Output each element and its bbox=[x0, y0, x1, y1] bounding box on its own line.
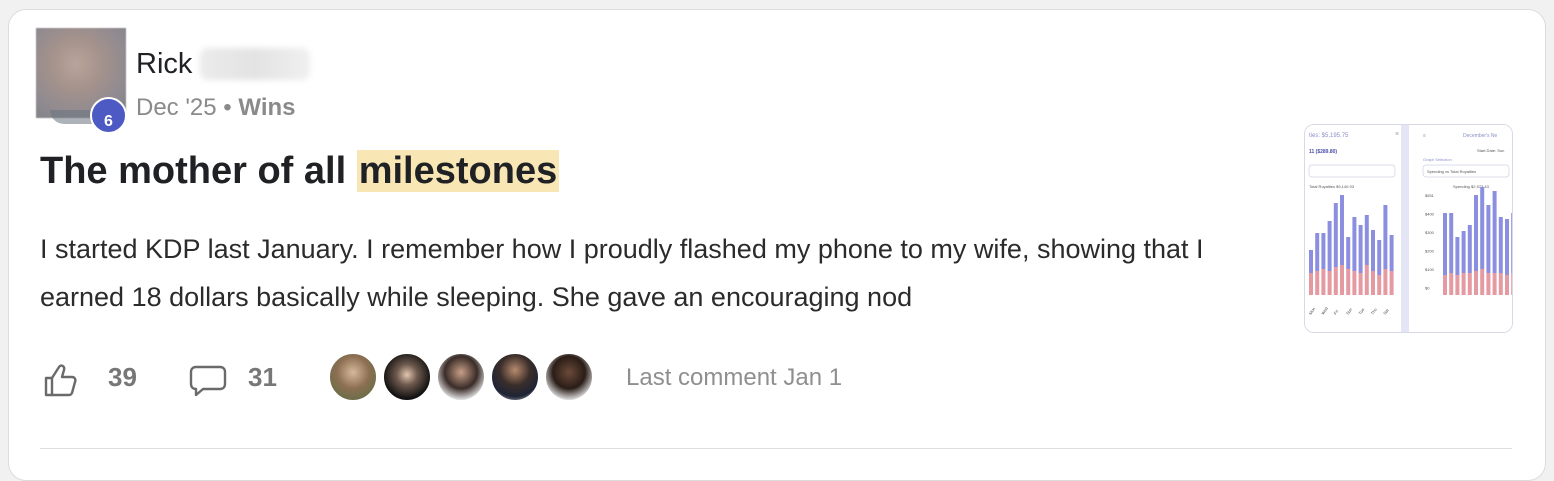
post-actions: 39 31 Last comment Jan 1 bbox=[40, 352, 940, 404]
thumb-right-blue-bar bbox=[1498, 217, 1503, 273]
commenter-avatars[interactable] bbox=[328, 352, 608, 404]
thumb-left-blue-bar bbox=[1315, 233, 1320, 271]
svg-text:≡: ≡ bbox=[1423, 133, 1426, 139]
author-name[interactable]: Rick bbox=[136, 48, 192, 81]
post-thumbnail[interactable]: ties: $5,195.75 × 11 ($289.80) Total Roy… bbox=[1304, 124, 1513, 333]
thumb-right-red-bar bbox=[1505, 275, 1509, 295]
thumb-left-red-bar bbox=[1309, 273, 1313, 295]
thumb-left-legend: Total Royalties $9,140.93 bbox=[1309, 184, 1355, 189]
svg-text:×: × bbox=[1395, 131, 1399, 138]
thumb-graph-selection-value: Spending vs Total Royalties bbox=[1427, 169, 1476, 174]
thumb-left-header: ties: $5,195.75 bbox=[1309, 133, 1349, 139]
thumb-left-red-bar bbox=[1333, 267, 1338, 295]
thumb-right-blue-bar bbox=[1443, 213, 1447, 275]
thumb-right-date: Start Date: Sun bbox=[1477, 148, 1504, 153]
thumb-left-red-bar bbox=[1364, 265, 1369, 295]
thumb-left-red-bar bbox=[1340, 265, 1344, 295]
thumb-y-label: $400 bbox=[1425, 212, 1435, 217]
thumb-left-blue-bar bbox=[1309, 250, 1313, 273]
last-comment-time: Last comment Jan 1 bbox=[626, 364, 843, 391]
thumb-right-red-bar bbox=[1511, 273, 1512, 295]
thumb-left-red-bar bbox=[1327, 271, 1332, 295]
thumb-right-blue-bar bbox=[1492, 191, 1497, 273]
comment-count[interactable]: 31 bbox=[248, 362, 277, 393]
thumb-left-blue-bar bbox=[1364, 215, 1369, 265]
thumb-left-red-bar bbox=[1377, 275, 1382, 295]
speech-bubble-icon[interactable] bbox=[188, 360, 228, 400]
thumb-left-red-bar bbox=[1383, 269, 1388, 295]
thumb-left-blue-bar bbox=[1321, 233, 1326, 269]
thumb-y-label: $200 bbox=[1425, 249, 1435, 254]
thumb-right-red-bar bbox=[1443, 275, 1447, 295]
thumb-right-blue-bar bbox=[1486, 205, 1491, 273]
thumb-left-blue-bar bbox=[1377, 240, 1382, 275]
thumb-left-blue-bar bbox=[1358, 225, 1363, 273]
thumb-right-blue-bar bbox=[1511, 213, 1512, 273]
commenter-avatar[interactable] bbox=[436, 352, 486, 402]
level-badge: 6 bbox=[90, 97, 127, 134]
thumb-y-label: $551 bbox=[1425, 193, 1435, 198]
thumb-left-red-bar bbox=[1346, 269, 1351, 295]
thumb-right-blue-bar bbox=[1467, 225, 1472, 273]
thumb-right-red-bar bbox=[1474, 271, 1478, 295]
thumb-right-red-bar bbox=[1461, 273, 1466, 295]
thumb-right-blue-bar bbox=[1480, 187, 1485, 269]
like-count[interactable]: 39 bbox=[108, 362, 137, 393]
meta-separator: • bbox=[223, 94, 232, 121]
post-body-preview[interactable]: I started KDP last January. I remember h… bbox=[40, 225, 1290, 321]
thumb-left-blue-bar bbox=[1340, 195, 1344, 265]
thumb-left-blue-bar bbox=[1346, 237, 1351, 269]
thumb-left-red-bar bbox=[1389, 271, 1394, 295]
post-date: Dec '25 bbox=[136, 94, 217, 121]
commenter-avatar[interactable] bbox=[382, 352, 432, 402]
thumb-left-red-bar bbox=[1352, 271, 1357, 295]
thumb-left-red-bar bbox=[1321, 269, 1326, 295]
thumbnail-chart-image: ties: $5,195.75 × 11 ($289.80) Total Roy… bbox=[1305, 125, 1512, 332]
thumb-left-blue-bar bbox=[1389, 235, 1394, 271]
thumb-right-red-bar bbox=[1455, 275, 1460, 295]
thumb-left-blue-bar bbox=[1371, 230, 1375, 271]
thumb-right-blue-bar bbox=[1505, 219, 1509, 275]
thumb-right-blue-bar bbox=[1461, 231, 1466, 273]
commenter-avatar[interactable] bbox=[490, 352, 540, 402]
thumb-y-label: $0 bbox=[1425, 286, 1430, 291]
thumb-right-red-bar bbox=[1486, 273, 1491, 295]
post-category[interactable]: Wins bbox=[238, 94, 295, 121]
thumb-left-blue-bar bbox=[1333, 203, 1338, 267]
thumbs-up-icon[interactable] bbox=[40, 360, 80, 400]
thumb-graph-selection-label: Graph Selection bbox=[1423, 157, 1452, 162]
thumb-left-blue-bar bbox=[1327, 221, 1332, 271]
thumb-right-red-bar bbox=[1480, 269, 1485, 295]
thumb-left-subvalue: 11 ($289.80) bbox=[1309, 149, 1337, 155]
commenter-avatar[interactable] bbox=[328, 352, 378, 402]
thumb-right-red-bar bbox=[1498, 273, 1503, 295]
thumb-y-label: $100 bbox=[1425, 267, 1435, 272]
post-divider bbox=[40, 448, 1512, 449]
author-avatar[interactable]: 6 bbox=[36, 28, 128, 134]
thumb-left-red-bar bbox=[1358, 273, 1363, 295]
thumb-left-blue-bar bbox=[1352, 217, 1357, 271]
thumb-left-blue-bar bbox=[1383, 205, 1388, 269]
author-last-name-redacted bbox=[200, 48, 310, 80]
commenter-avatar[interactable] bbox=[544, 352, 594, 402]
thumb-right-blue-bar bbox=[1474, 195, 1478, 271]
post-title-prefix: The mother of all bbox=[40, 150, 357, 192]
thumb-right-blue-bar bbox=[1449, 213, 1454, 273]
post-title[interactable]: The mother of all milestones bbox=[40, 150, 560, 193]
thumb-right-red-bar bbox=[1492, 273, 1497, 295]
thumb-y-label: $300 bbox=[1425, 230, 1435, 235]
thumb-left-red-bar bbox=[1371, 271, 1375, 295]
thumb-right-red-bar bbox=[1449, 273, 1454, 295]
thumb-right-header: December's Ne bbox=[1463, 133, 1498, 139]
post-meta: Dec '25 • Wins bbox=[136, 94, 296, 122]
post-title-highlight: milestones bbox=[356, 150, 560, 192]
thumb-right-blue-bar bbox=[1455, 237, 1460, 275]
thumb-right-red-bar bbox=[1467, 273, 1472, 295]
thumb-left-red-bar bbox=[1315, 271, 1320, 295]
